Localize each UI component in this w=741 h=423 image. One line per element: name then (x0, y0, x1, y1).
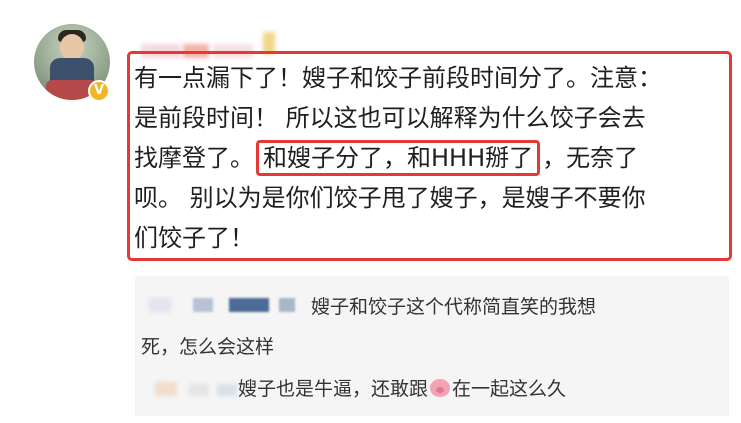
replies-panel: 嫂子和饺子这个代称简直笑的我想 死，怎么会这样 嫂子也是牛逼，还敢跟 在一起这么久 (135, 276, 729, 416)
reply-text: 嫂子和饺子这个代称简直笑的我想 (311, 296, 597, 318)
reply-text: 嫂子也是牛逼，还敢跟 在一起这么久 (238, 374, 566, 401)
pig-emoji-icon (430, 379, 451, 397)
highlighted-phrase: 和嫂子分了，和HHH掰了 (256, 140, 541, 176)
reply-segment: 在一起这么久 (452, 378, 567, 400)
avatar-face (60, 34, 84, 60)
reply-segment: 嫂子也是牛逼，还敢跟 (238, 378, 429, 400)
comment-line: 有一点漏下了！嫂子和饺子前段时间分了。注意： (134, 64, 662, 92)
comment-line: 是前段时间！ 所以这也可以解释为什么饺子会去 (134, 104, 646, 132)
comment-segment: 找摩登了。 (134, 144, 254, 172)
reply-username-blurred[interactable] (155, 376, 245, 400)
reply-text: 死，怎么会这样 (141, 336, 275, 358)
verified-badge-icon: V (88, 80, 110, 102)
reply-username-blurred[interactable] (149, 294, 309, 316)
comment-line: 们饺子了！ (134, 224, 254, 252)
comment-line: 找摩登了。 和嫂子分了，和HHH掰了 ，无奈了 (134, 138, 729, 178)
comment-text: 有一点漏下了！嫂子和饺子前段时间分了。注意： 是前段时间！ 所以这也可以解释为什… (134, 58, 729, 258)
comment-segment: ，无奈了 (542, 144, 639, 172)
comment-line: 呗。 别以为是你们饺子甩了嫂子，是嫂子不要你 (134, 184, 646, 212)
